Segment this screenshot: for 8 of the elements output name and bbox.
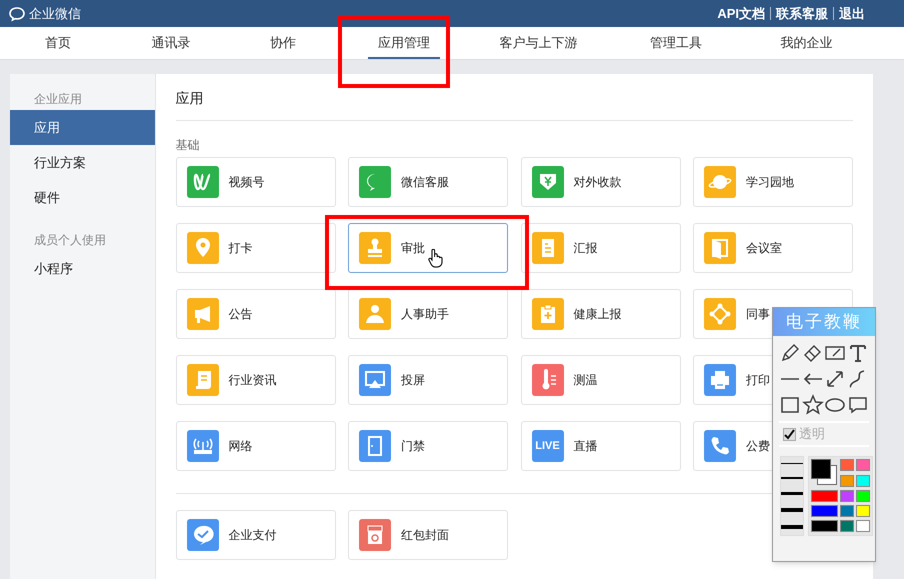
sidebar-group-label: 成员个人使用 xyxy=(33,232,107,249)
live-badge-icon: LIVE xyxy=(532,430,564,462)
section-label: 基础 xyxy=(176,137,200,153)
palette-title: 电子教鞭 xyxy=(773,308,875,336)
brand-name: 企业微信 xyxy=(29,4,81,23)
sidebar-group-label: 企业应用 xyxy=(33,91,83,108)
page-title: 应用 xyxy=(176,89,204,108)
checkbox-label: 透明 xyxy=(799,425,825,444)
